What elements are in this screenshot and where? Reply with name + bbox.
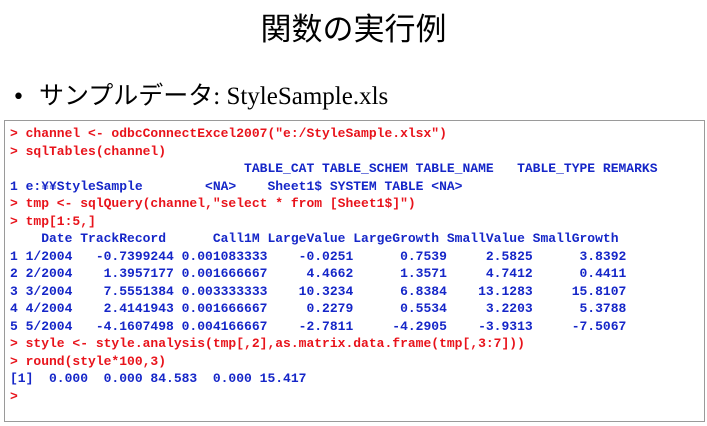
console-prompt[interactable]: > bbox=[10, 388, 704, 406]
console-line-data-header: Date TrackRecord Call1M LargeValue Large… bbox=[10, 231, 619, 246]
slide-title: 関数の実行例 bbox=[260, 12, 447, 48]
bullet-label: サンプルデータ bbox=[38, 81, 214, 110]
bullet-dot-icon: • bbox=[12, 85, 25, 110]
console-line-style-cmd: > style <- style.analysis(tmp[,2],as.mat… bbox=[10, 336, 525, 351]
console-line-data-row-1: 1 1/2004 -0.7399244 0.001083333 -0.0251 … bbox=[10, 248, 627, 264]
console-line-tmp-cmd: > tmp[1:5,] bbox=[10, 213, 96, 229]
console-line-data-row-5: 5 5/2004 -4.1607498 0.004166667 -2.7811 … bbox=[10, 318, 627, 334]
console-line-data-row-4: 4 4/2004 2.4141943 0.001666667 0.2279 0.… bbox=[10, 301, 627, 316]
console-line-channel-cmd: > channel <- odbcConnectExcel2007("e:/St… bbox=[10, 126, 447, 141]
console-line-tables-header: TABLE_CAT TABLE_SCHEM TABLE_NAME TABLE_T… bbox=[10, 161, 658, 176]
bullet-item: • サンプルデータ : StyleSample.xls bbox=[12, 76, 388, 112]
console-line-data-row-2: 2 2/2004 1.3957177 0.001666667 4.4662 1.… bbox=[10, 266, 627, 281]
bullet-filename: : StyleSample.xls bbox=[213, 83, 389, 110]
console-line-data-row-3: 3 3/2004 7.5551384 0.003333333 10.3234 6… bbox=[10, 283, 627, 299]
console-line-round-cmd: > round(style*100,3) bbox=[10, 353, 167, 369]
console-line-tables-row: 1 e:¥¥StyleSample <NA> Sheet1$ SYSTEM TA… bbox=[10, 178, 463, 194]
console-line-sqltables-cmd: > sqlTables(channel) bbox=[10, 143, 167, 159]
console-line-sqlquery-cmd: > tmp <- sqlQuery(channel,"select * from… bbox=[10, 196, 416, 211]
r-console-output: > channel <- odbcConnectExcel2007("e:/St… bbox=[4, 120, 705, 422]
console-line-result: [1] 0.000 0.000 84.583 0.000 15.417 bbox=[10, 371, 307, 386]
